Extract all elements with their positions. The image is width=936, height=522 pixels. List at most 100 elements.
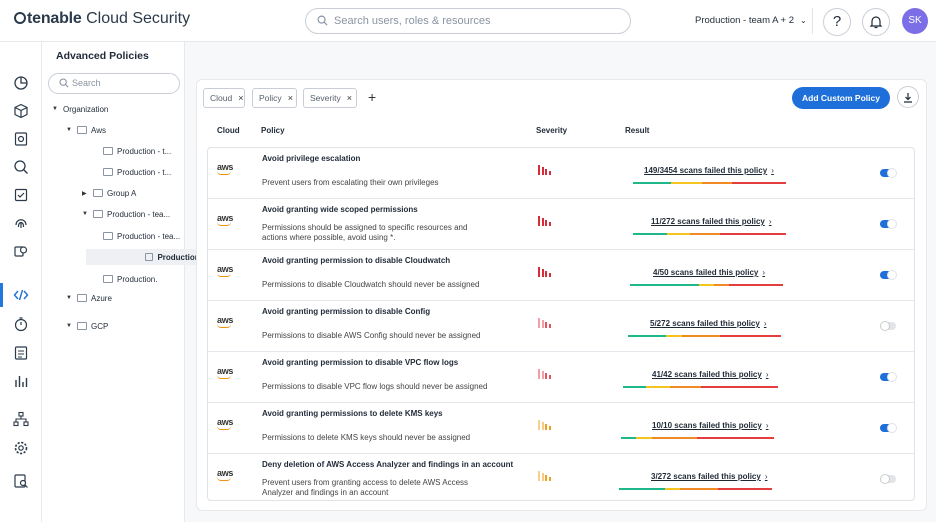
filter-chip-cloud[interactable]: Cloud ×: [203, 88, 245, 108]
org-icon[interactable]: [13, 411, 29, 427]
column-header-policy[interactable]: Policy: [261, 126, 285, 135]
explore-icon[interactable]: [13, 159, 29, 175]
close-icon[interactable]: ×: [347, 93, 352, 103]
table-row[interactable]: aws Avoid granting permission to disable …: [208, 250, 914, 301]
context-selector[interactable]: Production - team A + 2 ⌄: [695, 15, 807, 26]
tree-node[interactable]: ▼ Production - tea...: [82, 206, 170, 222]
result-bar-segment: [741, 488, 772, 490]
tree-node-label: Organization: [63, 104, 109, 114]
caret-down-icon[interactable]: ▼: [82, 211, 93, 217]
result-link[interactable]: 11/272 scans failed this policy ›: [651, 217, 772, 226]
result-link[interactable]: 149/3454 scans failed this policy ›: [644, 166, 774, 175]
audit-icon[interactable]: [13, 473, 29, 489]
download-button[interactable]: [897, 86, 919, 108]
global-search-input[interactable]: Search users, roles & resources: [305, 8, 631, 34]
table-row[interactable]: aws Avoid granting permissions to delete …: [208, 403, 914, 454]
aws-smile: [217, 426, 231, 430]
tree-node[interactable]: ▼ Organization: [52, 101, 108, 117]
caret-down-icon[interactable]: ▼: [66, 323, 77, 329]
avatar[interactable]: SK: [902, 8, 928, 34]
result-bar-segment: [619, 488, 665, 490]
findings-icon[interactable]: [13, 243, 29, 259]
policy-toggle[interactable]: [880, 423, 897, 433]
result-link[interactable]: 4/50 scans failed this policy ›: [653, 268, 765, 277]
policy-title[interactable]: Avoid granting permission to disable Con…: [262, 307, 430, 316]
table-row[interactable]: aws Avoid granting wide scoped permission…: [208, 199, 914, 250]
reports-icon[interactable]: [13, 345, 29, 361]
help-button[interactable]: ?: [823, 8, 851, 36]
analytics-icon[interactable]: [13, 373, 29, 389]
tree-node[interactable]: Production - tea...: [92, 228, 180, 244]
toggle-knob: [880, 474, 890, 484]
cube-icon[interactable]: [13, 103, 29, 119]
column-header-severity[interactable]: Severity: [536, 126, 567, 135]
tree-node[interactable]: ▼ Azure: [66, 290, 112, 306]
policy-toggle[interactable]: [880, 168, 897, 178]
logo[interactable]: tenable Cloud Security: [14, 10, 190, 28]
severity-bar: [538, 318, 540, 328]
notifications-button[interactable]: [862, 8, 890, 36]
policy-toggle[interactable]: [880, 474, 896, 484]
severity-bar: [548, 477, 551, 481]
tree-node[interactable]: Production - t...: [92, 164, 171, 180]
filter-chip-policy[interactable]: Policy ×: [252, 88, 297, 108]
result-bar-segment: [689, 233, 721, 235]
column-header-cloud[interactable]: Cloud: [217, 126, 240, 135]
dashboard-icon[interactable]: [13, 75, 29, 91]
policy-toggle[interactable]: [880, 270, 897, 280]
result-link[interactable]: 41/42 scans failed this policy ›: [652, 370, 769, 379]
table-row[interactable]: aws Deny deletion of AWS Access Analyzer …: [208, 454, 914, 500]
folder-icon: [103, 147, 113, 155]
tree-search-input[interactable]: Search: [48, 73, 180, 94]
folder-icon: [77, 322, 87, 330]
severity-indicator: [538, 267, 552, 277]
caret-down-icon[interactable]: ▼: [66, 127, 77, 133]
tree-node[interactable]: Production.: [92, 271, 157, 287]
compliance-icon[interactable]: [13, 187, 29, 203]
add-filter-button[interactable]: +: [368, 89, 376, 105]
policy-title[interactable]: Avoid granting wide scoped permissions: [262, 205, 418, 214]
policy-title[interactable]: Avoid granting permission to disable VPC…: [262, 358, 458, 367]
severity-bar: [545, 424, 547, 430]
severity-indicator: [538, 165, 552, 175]
policy-toggle[interactable]: [880, 372, 897, 382]
result-link[interactable]: 10/10 scans failed this policy ›: [652, 421, 769, 430]
code-icon[interactable]: [13, 287, 29, 303]
inventory-icon[interactable]: [13, 131, 29, 147]
fingerprint-icon[interactable]: [13, 215, 29, 231]
tree-node[interactable]: Production - t...: [92, 143, 171, 159]
result-text: 41/42 scans failed this policy: [652, 370, 762, 379]
column-header-result[interactable]: Result: [625, 126, 649, 135]
table-row[interactable]: aws Avoid granting permission to disable …: [208, 301, 914, 352]
caret-down-icon[interactable]: ▼: [52, 106, 63, 112]
tree-node[interactable]: ▼ Aws: [66, 122, 106, 138]
policy-description: Permissions should be assigned to specif…: [262, 223, 468, 242]
tree-node[interactable]: ▶ Group A: [82, 185, 136, 201]
settings-icon[interactable]: [13, 440, 29, 456]
table-row[interactable]: aws Avoid privilege escalation Prevent use…: [208, 148, 914, 199]
result-bar: [633, 182, 786, 184]
caret-down-icon[interactable]: ▼: [66, 295, 77, 301]
result-link[interactable]: 5/272 scans failed this policy ›: [650, 319, 767, 328]
severity-bar: [545, 475, 547, 481]
severity-bar: [538, 420, 540, 430]
policy-toggle[interactable]: [880, 219, 897, 229]
severity-bar: [541, 371, 544, 379]
result-link[interactable]: 3/272 scans failed this policy ›: [651, 472, 768, 481]
severity-bar: [541, 218, 544, 226]
policy-title[interactable]: Avoid granting permission to disable Clo…: [262, 256, 450, 265]
policy-title[interactable]: Deny deletion of AWS Access Analyzer and…: [262, 460, 513, 469]
policy-title[interactable]: Avoid granting permissions to delete KMS…: [262, 409, 443, 418]
policy-toggle[interactable]: [880, 321, 896, 331]
tree-node[interactable]: ▼ GCP: [66, 318, 108, 334]
table-row[interactable]: aws Avoid granting permission to disable …: [208, 352, 914, 403]
policy-title[interactable]: Avoid privilege escalation: [262, 154, 360, 163]
caret-right-icon[interactable]: ▶: [82, 190, 93, 197]
result-bar-segment: [755, 182, 786, 184]
filter-chip-severity[interactable]: Severity ×: [303, 88, 357, 108]
close-icon[interactable]: ×: [288, 93, 293, 103]
close-icon[interactable]: ×: [238, 93, 243, 103]
timer-icon[interactable]: [13, 316, 29, 332]
result-text: 3/272 scans failed this policy: [651, 472, 761, 481]
add-custom-policy-button[interactable]: Add Custom Policy: [792, 87, 890, 109]
